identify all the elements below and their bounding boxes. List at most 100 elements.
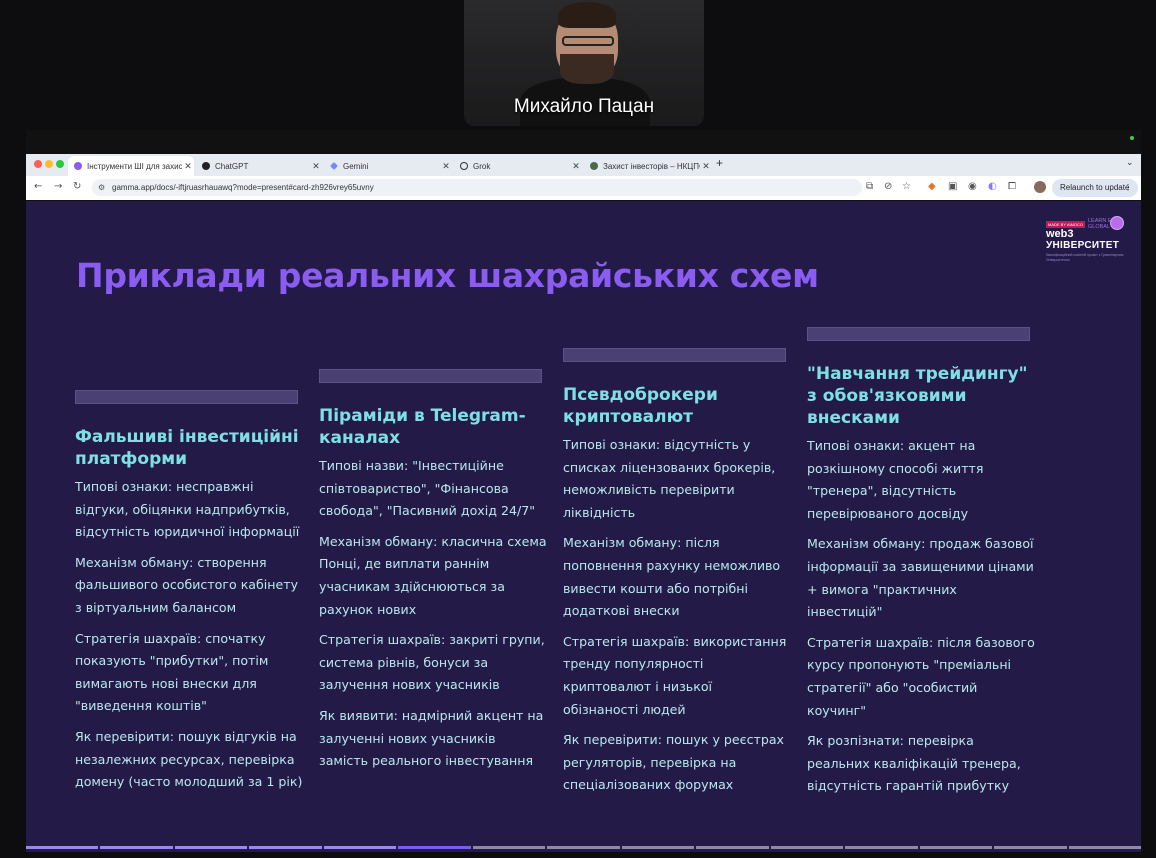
address-bar[interactable]: ⚙ gamma.app/docs/-iftjruasrhauawq?mode=p… [92, 179, 862, 196]
image-placeholder [807, 327, 1030, 341]
nkcpfr-icon [590, 162, 598, 170]
back-icon[interactable]: ← [34, 181, 42, 192]
scheme-heading: Піраміди в Telegram-каналах [319, 406, 526, 448]
logo-badge: MADE BY AIMOCO [1046, 221, 1086, 228]
scheme-paragraph: Типові ознаки: відсутність у списках ліц… [563, 437, 776, 520]
tab-label: Grok [473, 161, 491, 171]
relaunch-label: Relaunch to update [1060, 183, 1130, 192]
speaker-video-tile[interactable]: Михайло Пацан [464, 0, 704, 126]
progress-segment[interactable] [100, 846, 173, 849]
scheme-paragraph: Як виявити: надмірний акцент на залученн… [319, 707, 544, 769]
scheme-paragraph: Типові ознаки: акцент на розкішному спос… [807, 438, 984, 521]
tab-label: Інструменти ШІ для захисту [87, 161, 182, 171]
scheme-paragraph: Як перевірити: пошук у реєстрах регулято… [563, 732, 785, 793]
speaker-beard [560, 54, 614, 84]
maximize-window-icon[interactable] [56, 160, 64, 168]
url-text: gamma.app/docs/-iftjruasrhauawq?mode=pre… [112, 183, 374, 192]
progress-segment[interactable] [845, 846, 918, 849]
progress-segment[interactable] [770, 846, 844, 849]
reload-icon[interactable]: ↻ [73, 181, 81, 192]
new-tab-icon[interactable]: + [716, 156, 723, 170]
scheme-heading: Фальшиві інвестиційні платформи [75, 427, 299, 469]
scheme-paragraph: Стратегія шахраїв: спочатку показують "п… [75, 630, 269, 714]
close-tab-icon[interactable]: ✕ [700, 161, 712, 172]
cast-icon[interactable]: ⧉ [866, 181, 873, 192]
progress-segment[interactable] [472, 846, 546, 849]
extensions-puzzle-icon[interactable]: ⧠ [1008, 181, 1016, 192]
tab-label: Gemini [343, 161, 369, 171]
slide-title: Приклади реальних шахрайських схем [76, 256, 819, 295]
scheme-paragraph: Типові назви: "Інвестиційне співтоварист… [319, 458, 536, 519]
scheme-column: Піраміди в Telegram-каналах Типові назви… [319, 369, 547, 773]
metamask-icon[interactable]: ◆ [928, 181, 936, 192]
logo-line1: web3 [1046, 228, 1074, 240]
scheme-paragraph: Стратегія шахраїв: після базового курсу … [807, 634, 1035, 718]
site-settings-icon[interactable]: ⚙ [98, 179, 105, 196]
close-tab-icon[interactable]: ✕ [440, 161, 452, 172]
scheme-column: Фальшиві інвестиційні платформи Типові о… [75, 390, 303, 794]
scheme-column: "Навчання трейдингу" з обов'язковими вне… [807, 327, 1035, 798]
scheme-paragraph: Як перевірити: пошук відгуків на незалеж… [75, 728, 303, 790]
progress-segment[interactable] [994, 846, 1067, 849]
progress-segment[interactable] [547, 846, 620, 849]
menu-dots-icon[interactable]: ⋮ [1124, 179, 1132, 197]
extension-icon[interactable]: ◐ [988, 181, 997, 192]
image-placeholder [75, 390, 298, 404]
scheme-column: Псевдоброкери криптовалют Типові ознаки:… [563, 348, 791, 797]
speaker-glasses [562, 36, 614, 46]
profile-avatar[interactable] [1034, 181, 1046, 193]
tab-nkcpfr[interactable]: Захист інвесторів – НКЦПФР ✕ [584, 156, 712, 176]
scheme-paragraph: Стратегія шахраїв: закриті групи, систем… [319, 632, 545, 693]
scheme-heading: "Навчання трейдингу" з обов'язковими вне… [807, 364, 1028, 428]
web3-university-logo: MADE BY AIMOCO LEARN EARN GLOBAL web3 УН… [1046, 216, 1126, 264]
image-placeholder [563, 348, 786, 362]
scheme-paragraph: Механізм обману: класична схема Понці, д… [319, 533, 547, 617]
tab-chatgpt[interactable]: ChatGPT ✕ [196, 156, 322, 176]
logo-subtitle: Кваліфікаційний освітній проєкт з Гумані… [1046, 253, 1124, 262]
forward-icon[interactable]: → [54, 181, 62, 192]
close-tab-icon[interactable]: ✕ [182, 161, 194, 172]
tab-gemini[interactable]: Gemini ✕ [324, 156, 452, 176]
tab-label: Захист інвесторів – НКЦПФР [603, 161, 700, 171]
image-placeholder [319, 369, 542, 383]
slide-progress-bar[interactable] [26, 846, 1142, 852]
gamma-icon [74, 162, 82, 170]
scheme-paragraph: Як розпізнати: перевірка реальних кваліф… [807, 733, 1021, 794]
progress-segment[interactable] [26, 846, 99, 849]
tab-search-icon[interactable]: ⌄ [1126, 158, 1134, 168]
logo-line2: УНІВЕРСИТЕТ [1046, 240, 1120, 251]
bookmark-star-icon[interactable]: ☆ [902, 181, 911, 192]
progress-segment[interactable] [174, 846, 248, 849]
scheme-paragraph: Механізм обману: створення фальшивого ос… [75, 554, 299, 615]
progress-segment[interactable] [696, 846, 769, 849]
scheme-paragraph: Стратегія шахраїв: використання тренду п… [563, 633, 787, 717]
chatgpt-icon [202, 162, 210, 170]
close-tab-icon[interactable]: ✕ [570, 161, 582, 172]
recording-indicator [1130, 136, 1134, 140]
gemini-icon [330, 162, 338, 170]
scheme-heading: Псевдоброкери криптовалют [563, 385, 718, 427]
extension-icon[interactable]: ◉ [968, 181, 977, 192]
close-tab-icon[interactable]: ✕ [310, 161, 322, 172]
tab-label: ChatGPT [215, 161, 249, 171]
relaunch-button[interactable]: Relaunch to update ⋮ [1052, 179, 1138, 197]
progress-segment[interactable] [249, 846, 322, 849]
scheme-paragraph: Механізм обману: продаж базової інформац… [807, 536, 1034, 620]
extension-icon[interactable]: ▣ [948, 181, 957, 192]
eye-off-icon[interactable]: ⊘ [884, 181, 892, 192]
globe-icon [1110, 216, 1124, 230]
close-window-icon[interactable] [34, 160, 42, 168]
progress-segment[interactable] [323, 846, 397, 849]
progress-segment-current[interactable] [398, 846, 471, 849]
scheme-paragraph: Типові ознаки: несправжні відгуки, обіця… [75, 479, 300, 540]
participant-name: Михайло Пацан [513, 96, 655, 117]
grok-icon [460, 162, 468, 170]
progress-segment[interactable] [1068, 846, 1142, 849]
tab-grok[interactable]: Grok ✕ [454, 156, 582, 176]
speaker-hair [558, 2, 616, 28]
scheme-paragraph: Механізм обману: після поповнення рахунк… [563, 535, 781, 619]
minimize-window-icon[interactable] [45, 160, 53, 168]
progress-segment[interactable] [621, 846, 695, 849]
tab-gamma[interactable]: Інструменти ШІ для захисту ✕ [68, 156, 194, 176]
progress-segment[interactable] [919, 846, 993, 849]
